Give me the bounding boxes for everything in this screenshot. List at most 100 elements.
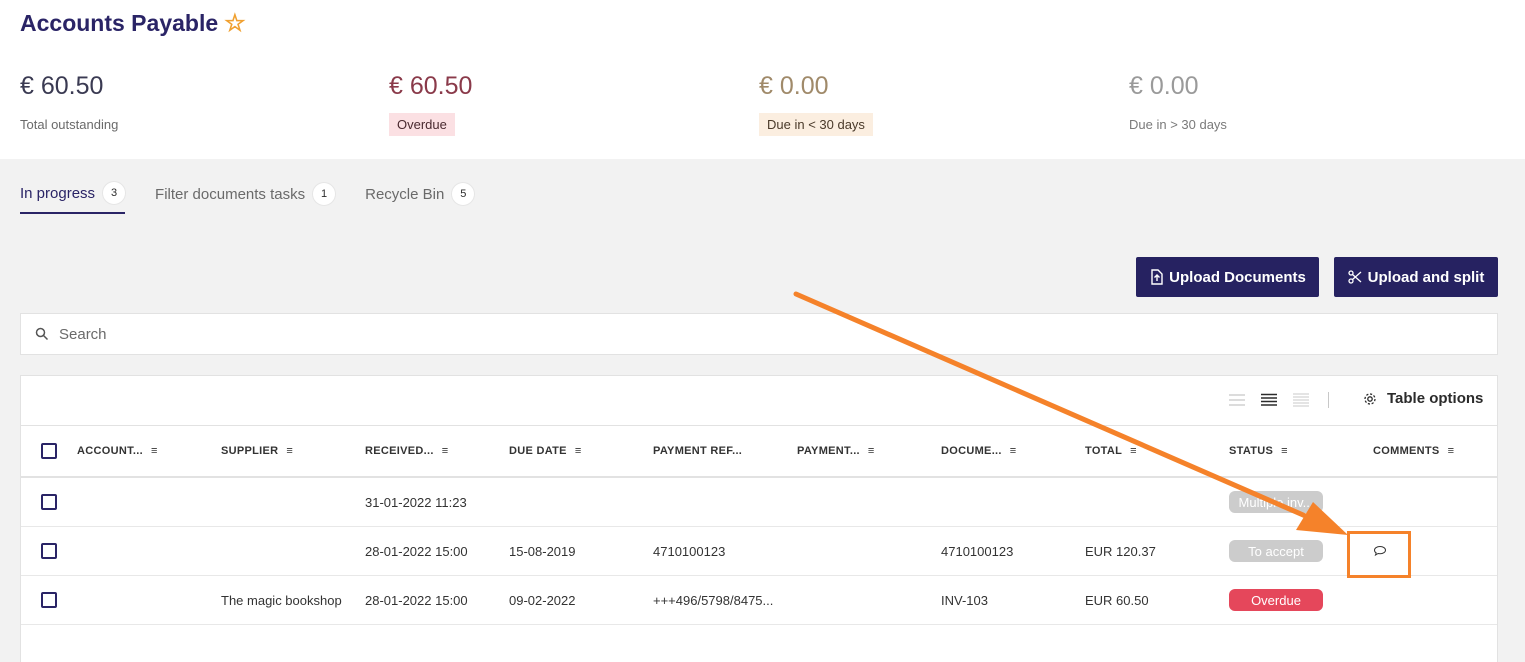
row-checkbox-cell [41,576,57,624]
filter-icon[interactable]: ≡ [1281,445,1288,457]
row-checkbox[interactable] [41,592,57,608]
select-all-checkbox[interactable] [41,443,57,459]
column-label: RECEIVED... [365,445,434,457]
row-checkbox-cell [41,527,57,575]
cell-total: EUR 120.37 [1085,543,1156,559]
density-toggle-group [1229,393,1309,407]
tab-in-progress[interactable]: In progress 3 [20,182,126,214]
cell-document: 4710100123 [941,543,1014,559]
col-header-total[interactable]: TOTAL ≡ [1085,426,1137,476]
col-header-supplier[interactable]: SUPPLIER ≡ [221,426,293,476]
annotation-highlight-box [1347,531,1411,578]
column-label: PAYMENT... [797,445,860,457]
cell-received: 28-01-2022 15:00 [365,543,468,559]
header-panel: Accounts Payable ☆ € 60.50 Total outstan… [0,0,1525,159]
col-header-account[interactable]: ACCOUNT... ≡ [77,426,158,476]
kpi-label: Overdue [389,113,455,136]
cell-received: 31-01-2022 11:23 [365,494,467,510]
cell-payment-ref: 4710100123 [653,543,726,559]
select-all-checkbox-cell [41,426,57,476]
kpi-label: Due in < 30 days [759,113,873,136]
filter-icon[interactable]: ≡ [286,445,293,457]
filter-icon[interactable]: ≡ [151,445,158,457]
table-options-button[interactable]: Table options [1363,390,1483,407]
cell-received: 28-01-2022 15:00 [365,592,468,608]
upload-documents-label: Upload Documents [1169,268,1306,286]
table-options-label: Table options [1387,390,1484,407]
toolbar-divider [1328,392,1329,408]
kpi-amount: € 0.00 [1129,72,1199,100]
col-header-status[interactable]: STATUS ≡ [1229,426,1288,476]
star-outline-icon[interactable]: ☆ [224,11,246,36]
column-label: COMMENTS [1373,445,1440,457]
cell-supplier: The magic bookshop [221,592,342,608]
cell-document: INV-103 [941,592,988,608]
status-badge: To accept [1229,540,1323,562]
column-label: DOCUME... [941,445,1002,457]
filter-icon[interactable]: ≡ [1130,445,1137,457]
density-compact-icon[interactable] [1293,393,1309,407]
upload-and-split-button[interactable]: Upload and split [1334,257,1498,297]
column-label: DUE DATE [509,445,567,457]
filter-icon[interactable]: ≡ [868,445,875,457]
table-row[interactable]: 31-01-2022 11:23 Multiple inv... [21,478,1497,527]
tab-filter-documents-tasks[interactable]: Filter documents tasks 1 [155,182,336,214]
status-badge: Multiple inv... [1229,491,1323,513]
cell-status: Overdue [1229,576,1323,624]
upload-file-icon [1151,269,1163,285]
kpi-label: Total outstanding [20,117,119,132]
col-header-document[interactable]: DOCUME... ≡ [941,426,1016,476]
search-input[interactable] [59,325,1459,343]
upload-and-split-label: Upload and split [1367,268,1485,286]
documents-table: Table options ACCOUNT... ≡ SUPPLIER ≡ RECE… [20,375,1498,662]
kpi-amount: € 60.50 [20,72,104,100]
table-header-row: ACCOUNT... ≡ SUPPLIER ≡ RECEIVED... ≡ DUE D… [21,426,1497,478]
col-header-due-date[interactable]: DUE DATE ≡ [509,426,582,476]
kpi-amount: € 0.00 [759,72,829,100]
kpi-amount: € 60.50 [389,72,473,100]
search-bar[interactable] [20,313,1498,355]
table-row[interactable]: The magic bookshop 28-01-2022 15:00 09-0… [21,576,1497,625]
status-badge: Overdue [1229,589,1323,611]
tab-label: In progress [20,184,96,202]
filter-icon[interactable]: ≡ [1448,445,1455,457]
column-label: SUPPLIER [221,445,279,457]
column-label: ACCOUNT... [77,445,143,457]
filter-icon[interactable]: ≡ [575,445,582,457]
cell-payment-ref: +++496/5798/8475... [653,592,774,608]
tab-count-badge: 5 [452,183,475,205]
filter-icon[interactable]: ≡ [1010,445,1017,457]
kpi-overdue: € 60.50 Overdue [389,72,472,136]
search-icon [35,327,49,341]
col-header-payment-ref[interactable]: PAYMENT REF... [653,426,742,476]
tab-label: Recycle Bin [365,185,445,203]
row-checkbox[interactable] [41,543,57,559]
column-label: TOTAL [1085,445,1123,457]
density-comfortable-icon[interactable] [1229,393,1245,407]
cell-due-date: 09-02-2022 [509,592,576,608]
col-header-comments[interactable]: COMMENTS ≡ [1373,426,1454,476]
tab-count-badge: 3 [103,182,126,204]
tab-count-badge: 1 [313,183,336,205]
col-header-received[interactable]: RECEIVED... ≡ [365,426,448,476]
density-standard-icon[interactable] [1261,393,1277,407]
page-title: Accounts Payable ☆ [20,10,246,37]
kpi-due-under-30: € 0.00 Due in < 30 days [759,72,873,136]
tab-label: Filter documents tasks [155,185,306,203]
column-label: PAYMENT REF... [653,445,743,457]
cell-status: To accept [1229,527,1323,575]
col-header-payment[interactable]: PAYMENT... ≡ [797,426,875,476]
kpi-total-outstanding: € 60.50 Total outstanding [20,72,126,136]
filter-icon[interactable]: ≡ [442,445,449,457]
upload-documents-button[interactable]: Upload Documents [1136,257,1319,297]
kpi-due-over-30: € 0.00 Due in > 30 days [1129,72,1235,136]
column-label: STATUS [1229,445,1274,457]
cell-status: Multiple inv... [1229,478,1323,526]
cell-total: EUR 60.50 [1085,592,1149,608]
tab-recycle-bin[interactable]: Recycle Bin 5 [365,182,475,214]
row-checkbox[interactable] [41,494,57,510]
kpi-label: Due in > 30 days [1129,117,1227,132]
row-checkbox-cell [41,478,57,526]
page-title-text: Accounts Payable [20,10,219,36]
table-row[interactable]: 28-01-2022 15:00 15-08-2019 4710100123 4… [21,527,1497,576]
